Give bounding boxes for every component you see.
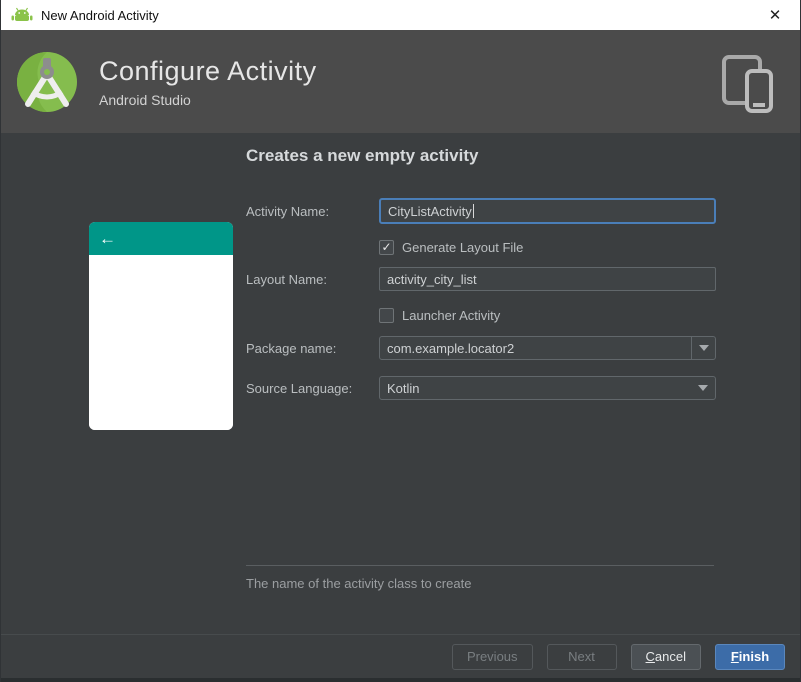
launcher-activity-checkbox[interactable] [379, 307, 394, 323]
cancel-button[interactable]: Cancel [630, 643, 701, 670]
wizard-header: Configure Activity Android Studio [1, 30, 800, 133]
close-icon: ✕ [768, 7, 782, 24]
header-titles: Configure Activity Android Studio [99, 56, 317, 108]
checkmark-icon: ✓ [381, 240, 392, 254]
window-title: New Android Activity [41, 7, 159, 23]
window-bottom-edge [1, 678, 800, 682]
package-name-value: com.example.locator2 [387, 340, 515, 356]
hint-separator [246, 565, 714, 566]
text-caret [472, 204, 474, 218]
preview-appbar: ← [89, 222, 233, 255]
finish-mnemonic: F [730, 649, 739, 664]
activity-name-value: CityListActivity [388, 203, 472, 219]
wizard-title: Configure Activity [99, 55, 317, 86]
section-heading: Creates a new empty activity [246, 146, 479, 165]
activity-name-label: Activity Name: [246, 203, 330, 219]
android-icon [11, 7, 33, 21]
source-language-dropdown-button[interactable] [691, 377, 715, 399]
activity-name-input[interactable]: CityListActivity [379, 198, 716, 224]
source-language-row: Source Language: Kotlin [246, 376, 716, 400]
previous-button[interactable]: Previous [451, 643, 533, 670]
cancel-mnemonic: C [645, 649, 655, 664]
generate-layout-row: ✓ Generate Layout File [246, 237, 716, 257]
source-language-combobox[interactable]: Kotlin [379, 376, 716, 400]
wizard-subtitle: Android Studio [99, 91, 191, 108]
finish-button[interactable]: Finish [715, 643, 785, 670]
phone-tablet-icon [722, 54, 773, 113]
launcher-activity-row: Launcher Activity [246, 305, 716, 325]
preview-body [89, 255, 233, 430]
package-name-dropdown-button[interactable] [691, 337, 715, 359]
dropdown-arrow-icon [698, 345, 709, 351]
close-button[interactable]: ✕ [760, 0, 790, 30]
source-language-label: Source Language: [246, 380, 353, 396]
generate-layout-checkbox[interactable]: ✓ [379, 239, 394, 255]
layout-name-input[interactable]: activity_city_list [379, 267, 716, 291]
field-hint: The name of the activity class to create [246, 576, 472, 591]
generate-layout-label[interactable]: Generate Layout File [402, 240, 523, 255]
activity-name-row: Activity Name: CityListActivity [246, 197, 716, 225]
new-android-activity-dialog: New Android Activity ✕ Configure Activit… [0, 0, 801, 682]
layout-name-label: Layout Name: [246, 271, 327, 287]
android-studio-logo [17, 51, 77, 112]
dropdown-arrow-icon [698, 385, 708, 391]
layout-name-row: Layout Name: activity_city_list [246, 267, 716, 291]
launcher-activity-label[interactable]: Launcher Activity [402, 308, 500, 323]
source-language-value: Kotlin [387, 380, 420, 396]
package-name-combobox[interactable]: com.example.locator2 [379, 336, 716, 360]
activity-preview: ← [89, 222, 233, 430]
wizard-content: Creates a new empty activity ← Activity … [1, 133, 800, 634]
dialog-buttonbar: Previous Next Cancel Finish [1, 634, 800, 678]
finish-label-rest: inish [738, 649, 770, 664]
titlebar: New Android Activity ✕ [1, 0, 800, 30]
package-name-row: Package name: com.example.locator2 [246, 336, 716, 360]
package-name-label: Package name: [246, 340, 337, 356]
cancel-label-rest: ancel [654, 649, 686, 664]
back-arrow-icon: ← [99, 229, 116, 248]
next-button[interactable]: Next [546, 643, 617, 670]
layout-name-value: activity_city_list [387, 271, 477, 287]
